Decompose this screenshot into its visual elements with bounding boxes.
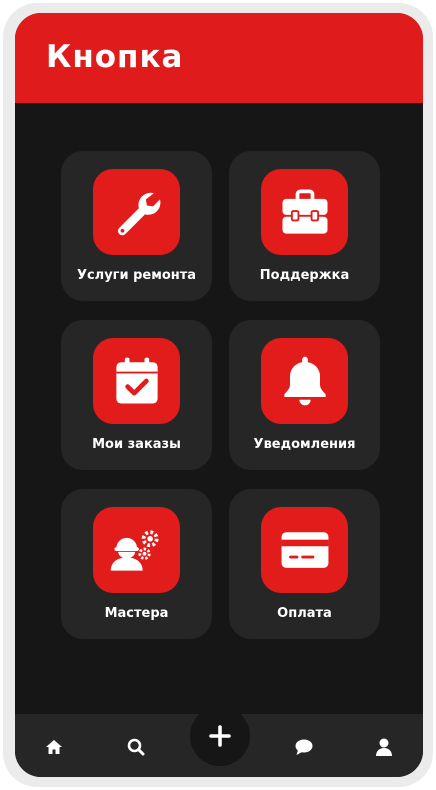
tile-label: Услуги ремонта	[76, 268, 197, 283]
nav-home[interactable]	[39, 732, 69, 762]
nav-search[interactable]	[121, 732, 151, 762]
nav-profile[interactable]	[369, 732, 399, 762]
credit-card-icon	[261, 507, 348, 593]
app-screen: Кнопка Услуги ремонта Поддержка Мои зака…	[15, 13, 423, 777]
plus-icon	[209, 725, 231, 747]
tile-notifications[interactable]: Уведомления	[229, 320, 380, 470]
tile-label: Оплата	[277, 606, 332, 621]
tile-my-orders[interactable]: Мои заказы	[61, 320, 212, 470]
tile-masters[interactable]: Мастера	[61, 489, 212, 639]
phone-frame: Кнопка Услуги ремонта Поддержка Мои зака…	[3, 3, 433, 787]
tile-label: Уведомления	[253, 437, 356, 452]
wrench-icon	[93, 169, 180, 255]
home-icon	[46, 740, 62, 754]
search-icon	[127, 738, 145, 756]
worker-gears-icon	[93, 507, 180, 593]
tile-repair-services[interactable]: Услуги ремонта	[61, 151, 212, 301]
toolbox-icon	[261, 169, 348, 255]
tile-payment[interactable]: Оплата	[229, 489, 380, 639]
bell-icon	[261, 338, 348, 424]
tile-label: Поддержка	[259, 268, 350, 283]
add-button[interactable]	[190, 706, 250, 766]
calendar-check-icon	[93, 338, 180, 424]
tile-label: Мастера	[104, 606, 169, 621]
tile-label: Мои заказы	[92, 437, 181, 452]
app-header: Кнопка	[15, 13, 423, 103]
user-icon	[376, 738, 392, 756]
app-title: Кнопка	[46, 39, 184, 75]
nav-chat[interactable]	[289, 732, 319, 762]
tile-support[interactable]: Поддержка	[229, 151, 380, 301]
chat-icon	[295, 739, 313, 755]
